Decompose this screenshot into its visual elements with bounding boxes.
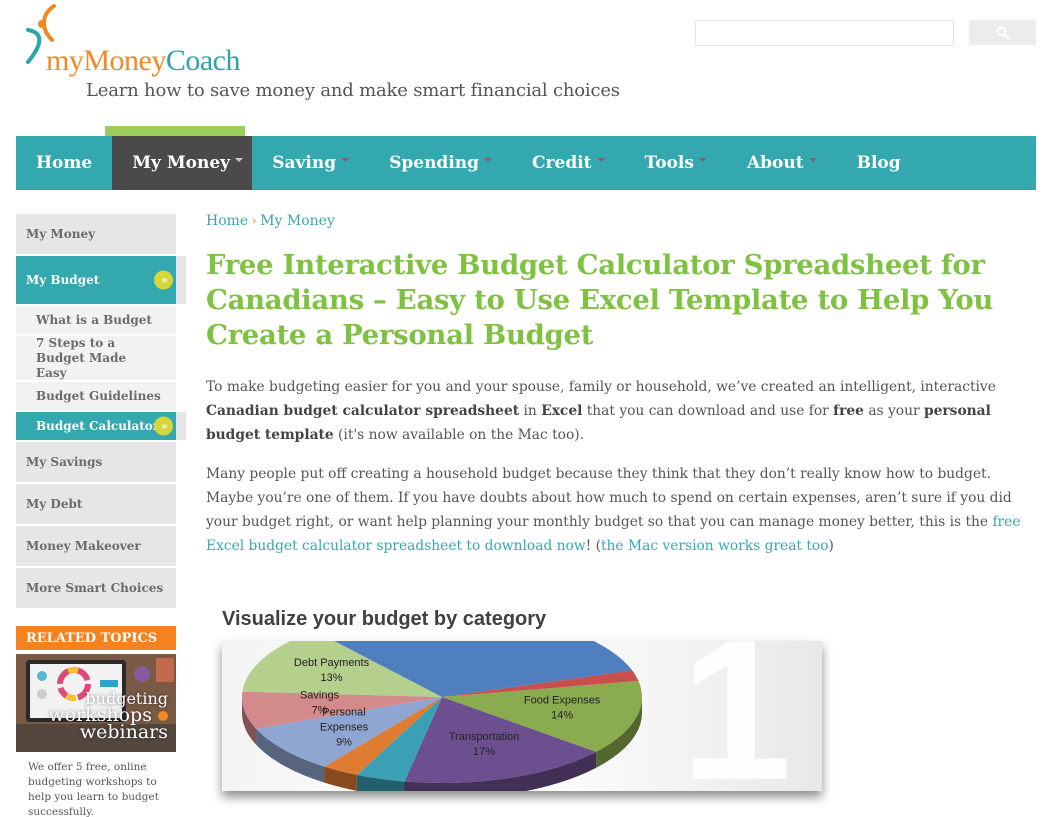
sidebar-item-money-makeover[interactable]: Money Makeover <box>16 526 176 566</box>
budget-pie-chart: 1 Food Expenses 14% Transportation 17% Perso… <box>222 641 822 791</box>
nav-label: Home <box>36 153 93 173</box>
caret-down-icon <box>484 158 493 162</box>
sidebar-item-my-money[interactable]: My Money <box>16 214 176 254</box>
sidebar-item-label: My Money <box>26 227 96 241</box>
nav-label: Tools <box>644 153 694 173</box>
nav-about[interactable]: About <box>727 136 837 190</box>
promo-overlay-text: budgeting workshops webinars <box>48 690 168 743</box>
logo-coach: Coach <box>165 44 241 77</box>
text: that you can download and use for <box>582 403 834 419</box>
page-title: Free Interactive Budget Calculator Sprea… <box>206 249 994 351</box>
sidebar-item-label: More Smart Choices <box>26 581 164 595</box>
sidebar-item-my-savings[interactable]: My Savings <box>16 442 176 482</box>
sidebar-item-my-budget[interactable]: My Budget ›› <box>16 256 186 304</box>
text: as your <box>863 403 924 419</box>
pie-label-value: 9% <box>336 737 352 749</box>
nav-home[interactable]: Home <box>16 136 112 190</box>
chart-title: Visualize your budget by category <box>222 608 547 630</box>
intro-paragraph: To make budgeting easier for you and you… <box>206 375 1042 447</box>
nav-saving[interactable]: Saving <box>252 136 369 190</box>
nav-label: Credit <box>532 153 592 173</box>
nav-label: About <box>746 153 804 173</box>
workshops-promo-image[interactable]: budgeting workshops webinars <box>16 654 176 752</box>
logo-money: Money <box>83 44 166 77</box>
nav-blog[interactable]: Blog <box>837 136 921 190</box>
sidebar-item-label: What is a Budget <box>36 313 152 327</box>
text: ) <box>828 538 834 554</box>
sidebar-item-label: Money Makeover <box>26 539 141 553</box>
nav-my-money[interactable]: My Money <box>112 136 253 190</box>
text: To make budgeting easier for you and you… <box>206 379 996 395</box>
caret-down-icon <box>698 158 707 162</box>
sidebar-item-more-smart-choices[interactable]: More Smart Choices <box>16 568 176 608</box>
nav-active-indicator <box>105 126 245 136</box>
sidebar-item-7-steps[interactable]: 7 Steps to a Budget Made Easy <box>16 336 176 380</box>
search-icon <box>996 26 1010 40</box>
breadcrumb-home[interactable]: Home <box>206 213 248 229</box>
sidebar-item-my-debt[interactable]: My Debt <box>16 484 176 524</box>
text: ! ( <box>585 538 601 554</box>
sidebar-item-budget-guidelines[interactable]: Budget Guidelines <box>16 382 176 410</box>
site-logo[interactable]: myMoneyCoach <box>24 4 284 80</box>
pie-label-text: Personal <box>322 707 365 719</box>
promo-line: webinars <box>79 721 168 743</box>
text: in <box>519 403 542 419</box>
caret-down-icon <box>341 158 350 162</box>
nav-credit[interactable]: Credit <box>512 136 625 190</box>
sidebar-item-budget-calculator[interactable]: Budget Calculator ›› <box>16 412 186 440</box>
logo-wordmark: myMoneyCoach <box>46 44 240 78</box>
related-topics-header: RELATED TOPICS <box>16 626 176 650</box>
breadcrumb: Home › My Money <box>206 213 335 229</box>
text: (it's now available on the Mac too). <box>333 427 585 443</box>
main-nav: Home My Money Saving Spending Credit Too… <box>16 136 1036 190</box>
pie-label-text: Savings <box>300 689 340 701</box>
nav-label: My Money <box>132 153 231 173</box>
pie-label-text: Food Expenses <box>524 694 601 706</box>
pie-label-value: 14% <box>551 709 573 721</box>
sidebar-item-label: My Budget <box>26 273 100 287</box>
pie-chart-svg: Food Expenses 14% Transportation 17% Persona… <box>242 641 643 791</box>
sidebar-item-what-is-a-budget[interactable]: What is a Budget <box>16 306 176 334</box>
text: Many people put off creating a household… <box>206 466 1012 530</box>
bold-text: Excel <box>541 403 583 419</box>
nav-label: Blog <box>856 153 901 173</box>
double-chevron-right-icon: ›› <box>154 270 173 290</box>
related-description: We offer 5 free, online budgeting worksh… <box>28 761 159 817</box>
caret-down-icon <box>596 158 605 162</box>
mac-version-link[interactable]: the Mac version works great too <box>601 538 829 554</box>
pie-label-text: Debt Payments <box>294 657 370 669</box>
search-button[interactable] <box>969 20 1036 45</box>
sidebar-item-label: Budget Calculator <box>36 419 160 433</box>
site-tagline: Learn how to save money and make smart f… <box>86 80 620 101</box>
sidebar-item-label: 7 Steps to a Budget Made Easy <box>36 335 127 380</box>
pie-label-value: 7% <box>312 704 328 716</box>
search-input[interactable] <box>695 20 954 46</box>
double-chevron-right-icon: ›› <box>154 416 173 436</box>
nav-spending[interactable]: Spending <box>369 136 512 190</box>
pie-label-text: Expenses <box>320 722 369 734</box>
body-paragraph: Many people put off creating a household… <box>206 462 1042 558</box>
pie-label-text: Transportation <box>449 731 520 743</box>
nav-label: Spending <box>389 153 480 173</box>
bold-text: free <box>833 403 864 419</box>
nav-tools[interactable]: Tools <box>625 136 727 190</box>
bold-text: Canadian budget calculator spreadsheet <box>206 403 520 419</box>
sidebar-nav: My Money My Budget ›› What is a Budget 7 … <box>16 214 186 610</box>
arrow-circle-icon <box>158 711 168 721</box>
sidebar-item-label: Budget Guidelines <box>36 389 161 403</box>
logo-my: my <box>46 44 84 77</box>
nav-label: Saving <box>272 153 337 173</box>
breadcrumb-separator-icon: › <box>252 215 257 227</box>
pie-label-value: 13% <box>320 672 342 684</box>
pie-label-value: 17% <box>473 746 495 758</box>
sidebar-item-label: My Savings <box>26 455 103 469</box>
caret-down-icon <box>235 158 244 162</box>
breadcrumb-my-money[interactable]: My Money <box>260 213 335 229</box>
sidebar-item-label: My Debt <box>26 497 83 511</box>
caret-down-icon <box>808 158 817 162</box>
